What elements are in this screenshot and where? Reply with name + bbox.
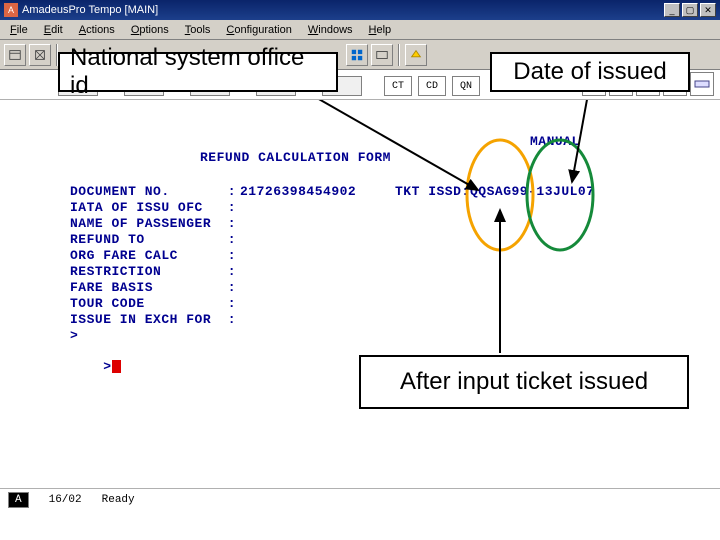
menu-options[interactable]: Options	[125, 22, 175, 38]
value-doc-no: 21726398454902	[240, 184, 356, 199]
toolbar-btn-5[interactable]	[405, 44, 427, 66]
close-button[interactable]: ✕	[700, 3, 716, 17]
window-buttons: _ ▢ ✕	[664, 3, 716, 17]
status-bar: A 16/02 Ready	[0, 488, 720, 510]
label-name: NAME OF PASSENGER :	[70, 216, 236, 231]
footer-strip	[0, 510, 720, 540]
toolbar-btn-1[interactable]	[4, 44, 26, 66]
menu-configuration[interactable]: Configuration	[220, 22, 297, 38]
menu-tools[interactable]: Tools	[179, 22, 217, 38]
menu-file[interactable]: File	[4, 22, 34, 38]
menu-actions[interactable]: Actions	[73, 22, 121, 38]
status-pos: 16/02	[49, 494, 82, 506]
tool-icon-5[interactable]	[690, 72, 714, 96]
terminal-area[interactable]: National system office id Date of issued…	[0, 100, 720, 488]
label-fare-basis: FARE BASIS :	[70, 280, 236, 295]
callout-after-input: After input ticket issued	[359, 355, 689, 409]
label-refund: REFUND TO :	[70, 232, 236, 247]
status-state: Ready	[102, 494, 135, 506]
menu-bar: File Edit Actions Options Tools Configur…	[0, 20, 720, 40]
status-a: A	[8, 492, 29, 508]
minimize-button[interactable]: _	[664, 3, 680, 17]
label-doc-no: DOCUMENT NO. :	[70, 184, 236, 199]
tab-cd[interactable]: CD	[418, 76, 446, 96]
label-org-fare: ORG FARE CALC :	[70, 248, 236, 263]
tab-ct[interactable]: CT	[384, 76, 412, 96]
label-iata: IATA OF ISSU OFC :	[70, 200, 236, 215]
label-tour-code: TOUR CODE :	[70, 296, 236, 311]
label-restriction: RESTRICTION :	[70, 264, 236, 279]
label-tkt-issd: TKT ISSD:	[395, 184, 470, 199]
toolbar-btn-3[interactable]	[346, 44, 368, 66]
tab-qn[interactable]: QN	[452, 76, 480, 96]
window-title: AmadeusPro Tempo [MAIN]	[22, 4, 158, 16]
title-bar: A AmadeusPro Tempo [MAIN] _ ▢ ✕	[0, 0, 720, 20]
prompt-char: >	[103, 359, 111, 374]
toolbar-sep-2	[398, 44, 400, 66]
form-mode: MANUAL	[530, 134, 580, 149]
toolbar-btn-4[interactable]	[371, 44, 393, 66]
callout-date-issued: Date of issued	[490, 52, 690, 92]
label-issue-exch: ISSUE IN EXCH FOR :	[70, 312, 236, 327]
app-icon: A	[4, 3, 18, 17]
menu-edit[interactable]: Edit	[38, 22, 69, 38]
callout-office-id: National system office id	[58, 52, 338, 92]
cursor	[112, 360, 121, 373]
form-title: REFUND CALCULATION FORM	[200, 150, 391, 165]
maximize-button[interactable]: ▢	[682, 3, 698, 17]
line-caret: >	[70, 328, 78, 343]
value-tkt-issd: QQSAG99-13JUL07	[470, 184, 595, 199]
toolbar-btn-2[interactable]	[29, 44, 51, 66]
line-prompt: >	[70, 344, 121, 389]
menu-windows[interactable]: Windows	[302, 22, 359, 38]
menu-help[interactable]: Help	[363, 22, 398, 38]
